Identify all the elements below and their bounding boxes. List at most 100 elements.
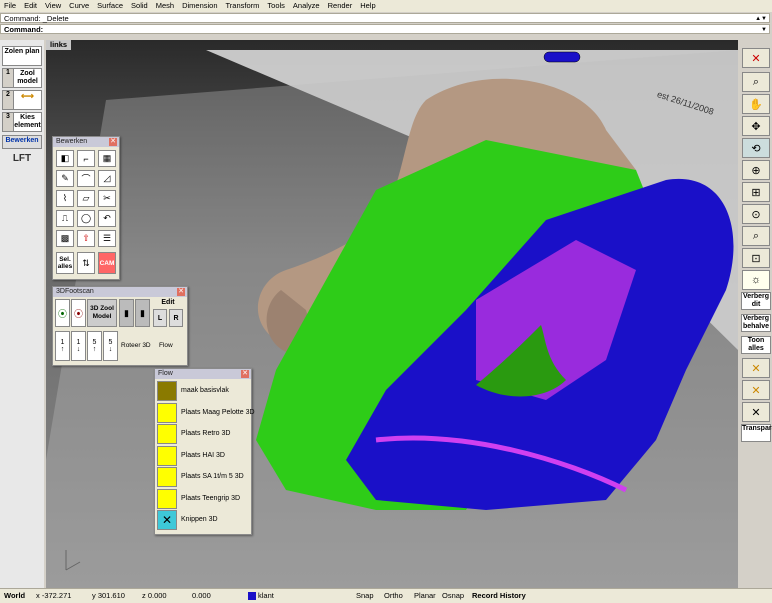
flow-step-swatch xyxy=(157,467,177,487)
zool-model-label: Zool model xyxy=(17,70,38,85)
menu-item-analyze[interactable]: Analyze xyxy=(289,0,324,12)
menu-item-edit[interactable]: Edit xyxy=(20,0,41,12)
menu-item-curve[interactable]: Curve xyxy=(65,0,93,12)
command-prompt[interactable]: Command: ▼ xyxy=(0,24,770,34)
step2-button[interactable]: 2 ⟷ xyxy=(2,90,42,110)
extrude-icon[interactable]: ⎍ xyxy=(56,210,74,227)
lasso-icon[interactable]: ◯ xyxy=(77,210,95,227)
left-insole-icon[interactable]: ▮ xyxy=(119,299,134,327)
viewport-title[interactable]: links xyxy=(46,40,72,50)
menu-item-dimension[interactable]: Dimension xyxy=(178,0,221,12)
3d-zool-model-button[interactable]: 3D Zool Model xyxy=(87,299,117,327)
menu-item-render[interactable]: Render xyxy=(324,0,357,12)
foot-hide-icon[interactable]: ✕ xyxy=(742,358,770,378)
zoom-icon[interactable]: ⌕ xyxy=(742,72,770,92)
record-history-toggle[interactable]: Record History xyxy=(472,591,526,600)
slope-icon[interactable]: ◿ xyxy=(98,170,116,187)
delete-icon[interactable]: ✕ xyxy=(742,48,770,68)
pattern-icon[interactable]: ▩ xyxy=(56,230,74,247)
insole-hide-icon[interactable]: ✕ xyxy=(742,402,770,422)
right-insole-icon[interactable]: ▮ xyxy=(135,299,150,327)
verberg-behalve-button[interactable]: Verberg behalve xyxy=(741,314,771,332)
flow-panel: Flow ✕ maak basisvlak Plaats Maag Pelotte… xyxy=(154,368,255,535)
transparantie-button[interactable]: Transparantie xyxy=(741,424,772,442)
verberg-dit-button[interactable]: Verberg dit xyxy=(741,292,771,310)
zoom-window-icon[interactable]: ⊞ xyxy=(742,182,770,202)
pencil-icon[interactable]: ✎ xyxy=(56,170,74,187)
up-down-icon[interactable]: ⇅ xyxy=(77,252,95,274)
flow-item[interactable]: Plaats SA 1t/m 5 3D xyxy=(157,467,249,487)
ortho-toggle[interactable]: Ortho xyxy=(384,591,403,600)
flow-step-swatch xyxy=(157,381,177,401)
flow-item[interactable]: Plaats Maag Pelotte 3D xyxy=(157,402,255,423)
zoom-dynamic-icon[interactable]: ⊡ xyxy=(742,248,770,268)
zoom-selected-icon[interactable]: ⊙ xyxy=(742,204,770,224)
undo-icon[interactable]: ↶ xyxy=(98,210,116,227)
flow-panel-title[interactable]: Flow ✕ xyxy=(155,369,251,379)
menu-item-transform[interactable]: Transform xyxy=(222,0,264,12)
flow-button[interactable]: Flow xyxy=(159,342,173,349)
pan-hand-icon[interactable]: ✋ xyxy=(742,94,770,114)
step-down-button-5[interactable]: 5 ↓ xyxy=(103,331,118,361)
zoom-in-icon[interactable]: ⊕ xyxy=(742,160,770,180)
dropdown-arrow-icon[interactable]: ▼ xyxy=(761,25,767,35)
kies-element-button[interactable]: 3 Kies element xyxy=(2,112,42,132)
flow-item[interactable]: Plaats HAI 3D xyxy=(157,445,249,466)
coordinate-system[interactable]: World xyxy=(4,591,25,600)
flow-step-swatch xyxy=(157,488,177,509)
menu-item-solid[interactable]: Solid xyxy=(127,0,152,12)
edit-right-button[interactable]: R xyxy=(169,309,183,327)
flow-item[interactable]: maak basisvlak xyxy=(157,381,249,401)
sel-alles-button[interactable]: Sel. alles xyxy=(56,252,74,274)
bewerken-panel-title[interactable]: Bewerken ✕ xyxy=(53,137,119,147)
menu-item-mesh[interactable]: Mesh xyxy=(152,0,178,12)
step-down-button-1[interactable]: 1 ↓ xyxy=(71,331,86,361)
right-foot-scan-icon[interactable]: ⦿ xyxy=(71,299,86,327)
logo-text: LFT xyxy=(12,153,32,164)
offset-icon[interactable]: ⌐ xyxy=(77,150,95,167)
left-foot-scan-icon[interactable]: ⦿ xyxy=(55,299,70,327)
step-up-button-5[interactable]: 5 ↑ xyxy=(87,331,102,361)
close-icon[interactable]: ✕ xyxy=(109,138,117,146)
planar-toggle[interactable]: Planar xyxy=(414,591,436,600)
menu-item-view[interactable]: View xyxy=(41,0,65,12)
layer-icon[interactable]: ▦ xyxy=(98,150,116,167)
flow-step-swatch xyxy=(157,402,177,423)
snap-toggle[interactable]: Snap xyxy=(356,591,374,600)
zoom-extents-icon[interactable]: ⌕ xyxy=(742,226,770,246)
mirror-icon[interactable]: ◧ xyxy=(56,150,74,167)
foot-show-icon[interactable]: ✕ xyxy=(742,380,770,400)
arrow-down-icon: ↓ xyxy=(76,346,81,353)
step-value: 1 xyxy=(60,339,65,346)
roteer-3d-button[interactable]: Roteer 3D xyxy=(121,342,151,349)
zool-model-button[interactable]: 1 Zool model xyxy=(2,68,42,88)
edit-left-button[interactable]: L xyxy=(153,309,167,327)
bend-icon[interactable]: ⌇ xyxy=(56,190,74,207)
scissors-icon[interactable]: ✂ xyxy=(98,190,116,207)
toon-alles-button[interactable]: Toon alles xyxy=(741,336,771,354)
rotate-zoom-icon[interactable]: ⟲ xyxy=(742,138,770,158)
menu-item-file[interactable]: File xyxy=(0,0,20,12)
zoom-all-icon[interactable]: ☼ xyxy=(742,270,770,290)
menu-item-tools[interactable]: Tools xyxy=(263,0,289,12)
arc-icon[interactable]: ⌒ xyxy=(77,170,95,187)
footscan-panel-title[interactable]: 3DFootscan ✕ xyxy=(53,287,187,297)
move-icon[interactable]: ✥ xyxy=(742,116,770,136)
current-layer[interactable]: klant xyxy=(258,591,274,600)
skew-icon[interactable]: ▱ xyxy=(77,190,95,207)
flow-item[interactable]: Plaats Retro 3D xyxy=(157,424,249,444)
lift-icon[interactable]: ⇧ xyxy=(77,230,95,247)
bewerken-button[interactable]: Bewerken xyxy=(2,135,42,149)
flow-item[interactable]: Plaats Teengrip 3D xyxy=(157,488,249,509)
menu-item-surface[interactable]: Surface xyxy=(93,0,127,12)
osnap-toggle[interactable]: Osnap xyxy=(442,591,464,600)
flatten-icon[interactable]: ☰ xyxy=(98,230,116,247)
step-up-button-1[interactable]: 1 ↑ xyxy=(55,331,70,361)
scroll-arrows-icon[interactable]: ▲▼ xyxy=(755,14,767,24)
cam-button[interactable]: CAM xyxy=(98,252,116,274)
close-icon[interactable]: ✕ xyxy=(241,370,249,378)
zolen-plan-button[interactable]: Zolen plan xyxy=(2,46,42,66)
menu-item-help[interactable]: Help xyxy=(356,0,379,12)
close-icon[interactable]: ✕ xyxy=(177,288,185,296)
flow-item[interactable]: ✕ Knippen 3D xyxy=(157,510,249,530)
